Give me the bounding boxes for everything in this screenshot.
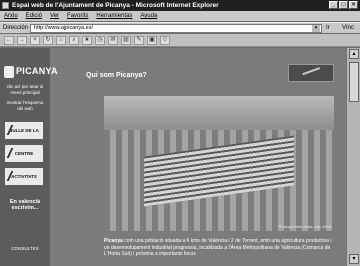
arrow-icon (302, 67, 322, 79)
intro-text: com una població situada a 6 kms de Valè… (104, 238, 332, 257)
toolbar: ← → × ↻ ⌂ ⌕ ★ ◷ ✉ ▤ ✎ ▣ ☺ (0, 34, 360, 47)
back-icon[interactable]: ← (4, 35, 14, 45)
menu-view[interactable]: Ver (50, 11, 59, 21)
valencia-notice: En valencià escrivim... (9, 199, 41, 211)
address-dropdown-icon[interactable]: ▾ (312, 25, 320, 32)
page-viewport: PICANYA clic ací per anar al menú princi… (0, 48, 346, 266)
sidebar-item-centre[interactable]: CENTRE (5, 145, 43, 162)
menu-help[interactable]: Ayuda (140, 11, 157, 21)
messenger-icon[interactable]: ☺ (160, 35, 170, 45)
photo-caption: Picanya vista aèria, any 1995 (278, 224, 331, 229)
intro-strong: Picanya (104, 238, 123, 244)
edit-icon[interactable]: ✎ (134, 35, 144, 45)
close-button[interactable]: × (349, 1, 358, 9)
main-content: Qui som Picanya? Picanya vista aèria, an… (50, 48, 346, 266)
sidebar-item-activitats[interactable]: ACTIVITATS (5, 168, 43, 185)
maximize-button[interactable]: □ (339, 1, 348, 9)
ie-icon (2, 2, 9, 9)
search-icon[interactable]: ⌕ (69, 35, 79, 45)
stop-icon[interactable]: × (30, 35, 40, 45)
print-icon[interactable]: ▤ (121, 35, 131, 45)
scroll-up-icon[interactable]: ▴ (349, 49, 359, 59)
forward-icon[interactable]: → (17, 35, 27, 45)
address-label: Dirección (3, 25, 29, 31)
home-link[interactable]: clic ací per anar al menú principal (3, 84, 47, 95)
logo-icon (4, 66, 14, 78)
scroll-down-icon[interactable]: ▾ (349, 254, 359, 264)
history-icon[interactable]: ◷ (95, 35, 105, 45)
address-input[interactable]: http://www.ajpicanya.es/ (30, 24, 322, 33)
picanya-logo[interactable]: PICANYA (4, 63, 57, 81)
home-icon[interactable]: ⌂ (56, 35, 66, 45)
menu-favorites[interactable]: Favorits (67, 11, 88, 21)
photo-sky (104, 96, 334, 130)
favorites-icon[interactable]: ★ (82, 35, 92, 45)
scroll-thumb[interactable] (349, 62, 359, 102)
minimize-button[interactable]: _ (329, 1, 338, 9)
header-banner (288, 64, 334, 82)
discuss-icon[interactable]: ▣ (147, 35, 157, 45)
window-title: Espai web de l'Ajuntament de Picanya - M… (12, 2, 219, 9)
mail-icon[interactable]: ✉ (108, 35, 118, 45)
intro-paragraph: Picanya com una població situada a 6 kms… (104, 238, 336, 258)
sidebar: PICANYA clic ací per anar al menú princi… (0, 48, 57, 266)
sitemap-link[interactable]: mostrar l'esquema del web (3, 100, 47, 111)
go-button[interactable]: Ir (326, 25, 330, 31)
vertical-scrollbar[interactable]: ▴ ▾ (346, 48, 360, 266)
menu-tools[interactable]: Herramientas (96, 11, 132, 21)
menu-edit[interactable]: Edició (26, 11, 42, 21)
address-bar: Dirección http://www.ajpicanya.es/ ▾ Ir … (0, 22, 360, 33)
aerial-photo: Picanya vista aèria, any 1995 (104, 96, 334, 231)
consultes-link[interactable]: CONSULTES (3, 246, 47, 251)
menu-bar: Arxiu Edició Ver Favorits Herramientas A… (0, 11, 360, 21)
window-controls: _ □ × (329, 1, 358, 9)
sidebar-item-bulle[interactable]: BULLE DE LA VILA (5, 122, 43, 150)
menu-file[interactable]: Arxiu (4, 11, 18, 21)
refresh-icon[interactable]: ↻ (43, 35, 53, 45)
window-titlebar: Espai web de l'Ajuntament de Picanya - M… (0, 0, 360, 11)
page-title: Qui som Picanya? (86, 72, 147, 79)
links-button[interactable]: Vínc (342, 25, 354, 31)
